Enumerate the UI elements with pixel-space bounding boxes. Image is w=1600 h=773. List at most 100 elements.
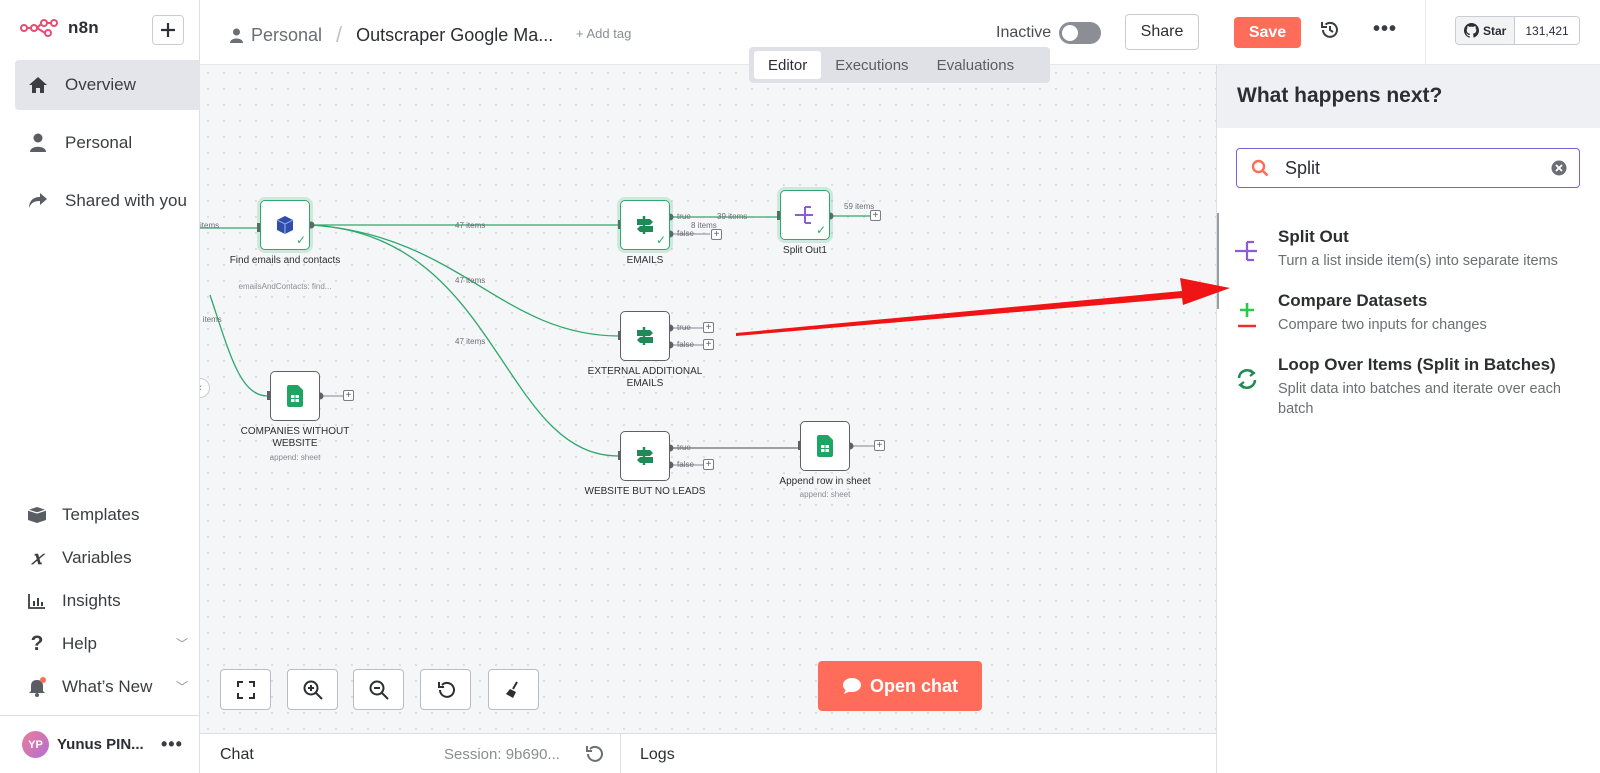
tidy-up-button[interactable] — [488, 669, 539, 710]
toggle-switch[interactable] — [1059, 22, 1102, 44]
sidebar-item-whats-new[interactable]: What’s New ﹀ — [26, 665, 196, 708]
active-toggle[interactable]: Inactive — [996, 22, 1102, 44]
node-website-no-leads[interactable] — [620, 431, 670, 481]
node-find-emails[interactable]: ✓ — [260, 200, 310, 250]
node-search-input[interactable]: Split — [1236, 148, 1580, 188]
loop-icon — [1233, 365, 1261, 393]
search-results: Split Out Turn a list inside item(s) int… — [1217, 213, 1600, 439]
plus-icon — [161, 23, 175, 37]
connection-in-2 — [209, 294, 268, 397]
more-options-icon[interactable]: ••• — [161, 734, 183, 755]
user-menu[interactable]: YP Yunus PIN... ••• — [0, 715, 200, 773]
cube-icon — [276, 216, 294, 234]
clear-search-icon[interactable] — [1551, 160, 1567, 181]
result-compare-datasets[interactable]: Compare Datasets Compare two inputs for … — [1217, 291, 1600, 335]
zoom-in-button[interactable] — [287, 669, 338, 710]
tab-executions[interactable]: Executions — [821, 51, 922, 79]
n8n-logo-icon — [20, 19, 58, 37]
reset-session-icon[interactable] — [584, 744, 604, 769]
user-icon — [27, 133, 49, 153]
undo-icon — [437, 681, 455, 698]
add-tag-button[interactable]: + Add tag — [576, 26, 631, 41]
edge-label-true: true — [677, 323, 691, 332]
session-id: Session: 9b690... — [444, 746, 560, 763]
sidebar-item-variables[interactable]: 𝑥 Variables — [26, 536, 196, 579]
split-out-icon — [795, 206, 813, 224]
chat-tab[interactable]: Chat — [220, 746, 254, 764]
fullscreen-icon — [236, 680, 255, 699]
result-loop-over-items[interactable]: Loop Over Items (Split in Batches) Split… — [1217, 355, 1600, 419]
edge-label-false: false — [677, 340, 694, 349]
compare-icon — [1233, 301, 1261, 329]
edge-label-false: false — [677, 229, 694, 238]
sidebar-item-insights[interactable]: Insights — [26, 579, 196, 622]
edge-label: 47 items — [455, 276, 486, 285]
fit-view-button[interactable] — [220, 669, 271, 710]
view-tabs: Editor Executions Evaluations — [749, 47, 1050, 83]
question-icon: ? — [30, 631, 44, 655]
add-node-handle[interactable]: + — [703, 459, 714, 470]
sidebar-item-templates[interactable]: Templates — [26, 493, 196, 536]
github-star-count: 131,421 — [1515, 17, 1579, 44]
edge-label: items — [200, 221, 220, 230]
add-node-handle[interactable]: + — [870, 210, 881, 221]
node-split-out1[interactable]: ✓ — [780, 190, 830, 240]
history-icon[interactable] — [1320, 20, 1340, 45]
share-button[interactable]: Share — [1125, 14, 1199, 50]
workflow-canvas[interactable]: ‹ items 3 items 47 items 47 items 47 ite… — [200, 65, 1216, 733]
sidebar-item-shared[interactable]: Shared with you — [15, 176, 200, 226]
sidebar-item-personal[interactable]: Personal — [15, 118, 200, 168]
sidebar-item-label: What’s New — [62, 676, 153, 696]
success-check-icon: ✓ — [295, 233, 306, 247]
google-sheets-icon — [287, 385, 303, 407]
chevron-down-icon: ﹀ — [175, 680, 188, 694]
node-label: WEBSITE BUT NO LEADS — [584, 486, 706, 497]
node-companies-without-website[interactable] — [270, 371, 320, 421]
sidebar-item-label: Personal — [65, 133, 133, 152]
add-node-handle[interactable]: + — [703, 322, 714, 333]
node-emails[interactable]: ✓ — [620, 200, 670, 250]
sidebar-item-help[interactable]: ? Help ﹀ — [26, 622, 196, 665]
logs-tab[interactable]: Logs — [640, 746, 675, 764]
edge-label-true: true — [677, 212, 691, 221]
success-check-icon: ✓ — [815, 223, 826, 237]
tab-editor[interactable]: Editor — [754, 51, 822, 79]
open-chat-button[interactable]: Open chat — [818, 661, 982, 711]
zoom-out-button[interactable] — [353, 669, 404, 710]
sidebar-item-label: Insights — [62, 590, 121, 610]
result-title: Loop Over Items (Split in Batches) — [1278, 355, 1556, 374]
add-node-handle[interactable]: + — [343, 390, 354, 401]
github-star-button[interactable]: Star 131,421 — [1455, 16, 1580, 45]
workflow-name[interactable]: Outscraper Google Ma... — [356, 25, 553, 46]
node-append-row[interactable] — [800, 421, 850, 471]
reset-zoom-button[interactable] — [420, 669, 471, 710]
tab-evaluations[interactable]: Evaluations — [923, 51, 1029, 79]
result-description: Compare two inputs for changes — [1278, 317, 1487, 333]
save-button[interactable]: Save — [1234, 17, 1301, 48]
sidebar: n8n Overview Personal Shared with you Te… — [0, 0, 200, 773]
add-node-handle[interactable]: + — [711, 229, 722, 240]
if-icon — [637, 327, 653, 345]
add-node-handle[interactable]: + — [874, 440, 885, 451]
edge-label: 47 items — [455, 337, 486, 346]
zoom-out-icon — [369, 680, 389, 700]
sidebar-item-label: Help — [62, 633, 97, 653]
n8n-logo[interactable]: n8n — [20, 18, 99, 38]
share-icon — [27, 192, 49, 210]
home-icon — [27, 76, 49, 94]
breadcrumb-project[interactable]: Personal — [251, 25, 322, 46]
sidebar-item-overview[interactable]: Overview — [15, 60, 200, 110]
sidebar-item-label: Overview — [65, 75, 136, 94]
panel-title: What happens next? — [1217, 65, 1600, 128]
add-node-handle[interactable]: + — [703, 339, 714, 350]
node-subtitle: append: sheet — [799, 490, 851, 499]
node-label: Find emails and contacts — [229, 255, 341, 266]
github-icon — [1464, 23, 1479, 38]
more-options-icon[interactable]: ••• — [1373, 18, 1397, 41]
open-chat-label: Open chat — [869, 675, 958, 696]
create-button[interactable] — [152, 15, 184, 45]
result-split-out[interactable]: Split Out Turn a list inside item(s) int… — [1217, 213, 1600, 309]
breadcrumb: Personal / Outscraper Google Ma... — [230, 22, 553, 48]
split-out-icon — [1233, 237, 1261, 265]
node-external-emails[interactable] — [620, 311, 670, 361]
